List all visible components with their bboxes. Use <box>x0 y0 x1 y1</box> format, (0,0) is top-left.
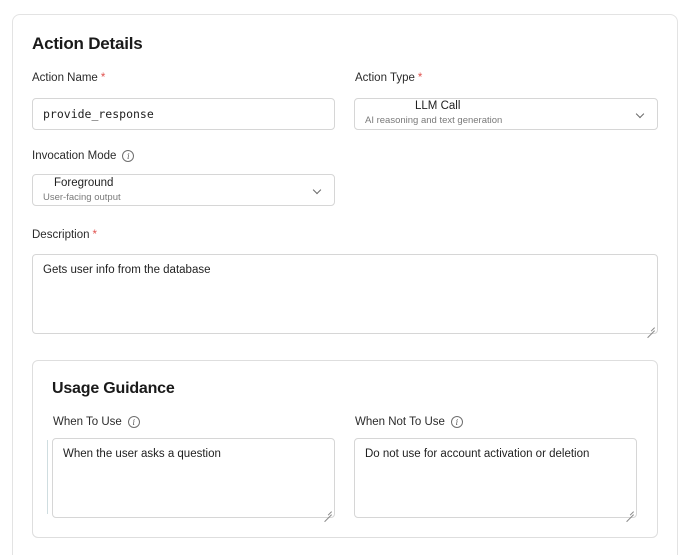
description-label: Description * <box>32 229 97 241</box>
action-type-select[interactable]: LLM Call AI reasoning and text generatio… <box>354 98 658 130</box>
when-not-to-use-label-text: When Not To Use <box>355 416 445 428</box>
when-not-to-use-label: When Not To Use i <box>355 416 463 428</box>
chevron-down-icon <box>635 109 645 119</box>
action-name-value: provide_response <box>43 107 154 121</box>
chevron-down-icon <box>312 185 322 195</box>
action-type-selected: LLM Call <box>415 100 461 112</box>
required-marker: * <box>417 72 423 84</box>
usage-guidance-title: Usage Guidance <box>52 380 175 397</box>
when-not-to-use-textarea[interactable]: Do not use for account activation or del… <box>354 438 637 518</box>
invocation-mode-label-text: Invocation Mode <box>32 150 117 162</box>
resize-handle-icon[interactable] <box>647 323 655 331</box>
when-to-use-value: When the user asks a question <box>63 448 221 460</box>
info-icon[interactable]: i <box>122 150 135 162</box>
when-to-use-label: When To Use i <box>53 416 140 428</box>
resize-handle-icon[interactable] <box>626 507 634 515</box>
action-type-label-text: Action Type <box>355 72 415 84</box>
section-title: Action Details <box>32 34 143 53</box>
invocation-mode-selected: Foreground <box>54 177 114 189</box>
when-not-to-use-value: Do not use for account activation or del… <box>365 448 590 460</box>
description-value: Gets user info from the database <box>43 264 211 276</box>
info-icon[interactable]: i <box>450 416 463 428</box>
action-type-label: Action Type * <box>355 72 422 84</box>
required-marker: * <box>92 229 98 241</box>
when-to-use-textarea[interactable]: When the user asks a question <box>52 438 335 518</box>
description-textarea[interactable]: Gets user info from the database <box>32 254 658 334</box>
required-marker: * <box>100 72 106 84</box>
description-label-text: Description <box>32 229 90 241</box>
action-name-label: Action Name * <box>32 72 105 84</box>
when-to-use-label-text: When To Use <box>53 416 122 428</box>
resize-handle-icon[interactable] <box>324 507 332 515</box>
action-type-selected-description: AI reasoning and text generation <box>365 115 503 126</box>
invocation-mode-select[interactable]: Foreground User-facing output <box>32 174 335 206</box>
info-icon[interactable]: i <box>127 416 140 428</box>
invocation-mode-label: Invocation Mode i <box>32 150 135 162</box>
action-name-input[interactable]: provide_response <box>32 98 335 130</box>
invocation-mode-selected-description: User-facing output <box>43 192 121 203</box>
action-name-label-text: Action Name <box>32 72 98 84</box>
field-accent-divider <box>47 440 48 514</box>
